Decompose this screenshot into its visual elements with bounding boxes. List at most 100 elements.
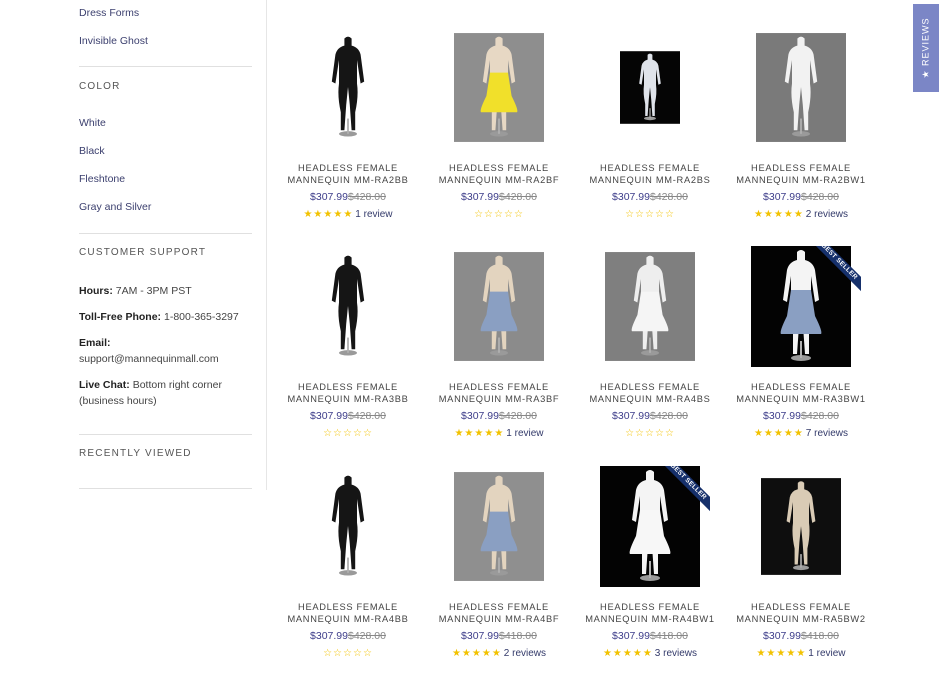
sidebar: Dress Forms Invisible Ghost COLOR White … (0, 0, 267, 490)
product-card[interactable]: BEST SELLER HEADLESS FEMALE MANNEQUIN MM… (731, 246, 871, 440)
reviews-tab-label: ★ REVIEWS (920, 17, 931, 79)
best-seller-badge: BEST SELLER (658, 466, 710, 518)
original-price: $428.00 (650, 410, 688, 422)
product-card[interactable]: HEADLESS FEMALE MANNEQUIN MM-RA5BW2 $307… (731, 466, 871, 660)
star-filled-icon: ★ (471, 648, 482, 659)
star-empty-icon: ☆ (352, 428, 363, 439)
product-rating: ☆☆☆☆☆ (278, 647, 418, 660)
support-phone-value[interactable]: 1-800-365-3297 (164, 311, 239, 323)
product-title[interactable]: HEADLESS FEMALE MANNEQUIN MM-RA3BB (278, 381, 418, 405)
product-title[interactable]: HEADLESS FEMALE MANNEQUIN MM-RA2BS (580, 162, 720, 186)
product-image[interactable] (454, 246, 544, 367)
review-count-link[interactable]: 1 review (506, 428, 543, 439)
product-card[interactable]: HEADLESS FEMALE MANNEQUIN MM-RA4BB $307.… (278, 466, 418, 660)
product-title[interactable]: HEADLESS FEMALE MANNEQUIN MM-RA2BF (429, 162, 569, 186)
star-filled-icon: ★ (753, 428, 764, 439)
color-heading: COLOR (79, 81, 121, 92)
star-filled-icon: ★ (622, 648, 633, 659)
product-title[interactable]: HEADLESS FEMALE MANNEQUIN MM-RA2BW1 (731, 162, 871, 186)
product-image[interactable] (454, 27, 544, 148)
product-card[interactable]: HEADLESS FEMALE MANNEQUIN MM-RA4BS $307.… (580, 246, 720, 440)
product-rating: ☆☆☆☆☆ (278, 427, 418, 440)
product-title[interactable]: HEADLESS FEMALE MANNEQUIN MM-RA4BS (580, 381, 720, 405)
product-image[interactable] (605, 246, 695, 367)
original-price: $428.00 (801, 410, 839, 422)
sale-price: $307.99 (612, 630, 650, 642)
product-card[interactable]: HEADLESS FEMALE MANNEQUIN MM-RA2BW1 $307… (731, 27, 871, 221)
product-prices: $307.99$428.00 (278, 410, 418, 423)
product-title[interactable]: HEADLESS FEMALE MANNEQUIN MM-RA3BW1 (731, 381, 871, 405)
review-count-link[interactable]: 7 reviews (806, 428, 848, 439)
product-card[interactable]: BEST SELLER HEADLESS FEMALE MANNEQUIN MM… (580, 466, 720, 660)
star-filled-icon: ★ (484, 428, 495, 439)
product-image[interactable] (454, 466, 544, 587)
filter-link-invisible-ghost[interactable]: Invisible Ghost (79, 35, 148, 47)
star-filled-icon: ★ (323, 209, 334, 220)
original-price: $418.00 (499, 630, 537, 642)
review-count-link[interactable]: 1 review (355, 209, 392, 220)
product-prices: $307.99$428.00 (731, 191, 871, 204)
original-price: $428.00 (499, 410, 537, 422)
product-title[interactable]: HEADLESS FEMALE MANNEQUIN MM-RA4BF (429, 601, 569, 625)
product-image[interactable] (756, 27, 846, 148)
product-card[interactable]: HEADLESS FEMALE MANNEQUIN MM-RA4BF $307.… (429, 466, 569, 660)
product-image[interactable] (761, 466, 841, 587)
filter-link-gray-silver[interactable]: Gray and Silver (79, 201, 151, 213)
product-card[interactable]: HEADLESS FEMALE MANNEQUIN MM-RA2BB $307.… (278, 27, 418, 221)
original-price: $428.00 (348, 410, 386, 422)
star-empty-icon: ☆ (333, 648, 344, 659)
original-price: $418.00 (801, 630, 839, 642)
product-prices: $307.99$428.00 (429, 410, 569, 423)
filter-link-dress-forms[interactable]: Dress Forms (79, 7, 139, 19)
support-email-value[interactable]: support@mannequinmall.com (79, 353, 219, 365)
filter-link-black[interactable]: Black (79, 145, 105, 157)
product-image[interactable] (620, 27, 680, 148)
star-filled-icon: ★ (343, 209, 354, 220)
review-count-link[interactable]: 3 reviews (655, 648, 697, 659)
product-title[interactable]: HEADLESS FEMALE MANNEQUIN MM-RA2BB (278, 162, 418, 186)
product-image[interactable] (303, 27, 393, 148)
product-prices: $307.99$418.00 (580, 630, 720, 643)
product-title[interactable]: HEADLESS FEMALE MANNEQUIN MM-RA5BW2 (731, 601, 871, 625)
filter-link-white[interactable]: White (79, 117, 106, 129)
support-email-label: Email: (79, 337, 111, 349)
product-card[interactable]: HEADLESS FEMALE MANNEQUIN MM-RA2BF $307.… (429, 27, 569, 221)
best-seller-label: BEST SELLER (809, 246, 861, 296)
product-title[interactable]: HEADLESS FEMALE MANNEQUIN MM-RA4BB (278, 601, 418, 625)
star-rating: ★★★★★ (754, 428, 804, 439)
review-count-link[interactable]: 1 review (808, 648, 845, 659)
product-prices: $307.99$428.00 (731, 410, 871, 423)
product-title[interactable]: HEADLESS FEMALE MANNEQUIN MM-RA4BW1 (580, 601, 720, 625)
filter-link-fleshtone[interactable]: Fleshtone (79, 173, 125, 185)
star-filled-icon: ★ (464, 428, 475, 439)
product-image[interactable]: BEST SELLER (590, 466, 710, 587)
reviews-tab[interactable]: ★ REVIEWS (913, 4, 939, 92)
review-count-link[interactable]: 2 reviews (504, 648, 546, 659)
original-price: $428.00 (348, 630, 386, 642)
product-card[interactable]: HEADLESS FEMALE MANNEQUIN MM-RA3BF $307.… (429, 246, 569, 440)
review-count-link[interactable]: 2 reviews (806, 209, 848, 220)
product-rating: ☆☆☆☆☆ (580, 427, 720, 440)
star-empty-icon: ☆ (474, 209, 485, 220)
product-image[interactable] (303, 246, 393, 367)
star-rating: ☆☆☆☆☆ (323, 648, 373, 659)
star-rating: ★★★★★ (756, 648, 806, 659)
product-card[interactable]: HEADLESS FEMALE MANNEQUIN MM-RA2BS $307.… (580, 27, 720, 221)
star-rating: ☆☆☆☆☆ (323, 428, 373, 439)
product-image[interactable] (303, 466, 393, 587)
product-rating: ★★★★★ 2 reviews (731, 208, 871, 221)
star-rating: ☆☆☆☆☆ (625, 428, 675, 439)
original-price: $428.00 (348, 191, 386, 203)
support-phone-label: Toll-Free Phone: (79, 311, 162, 323)
product-title[interactable]: HEADLESS FEMALE MANNEQUIN MM-RA3BF (429, 381, 569, 405)
star-empty-icon: ☆ (343, 428, 353, 439)
product-card[interactable]: HEADLESS FEMALE MANNEQUIN MM-RA3BB $307.… (278, 246, 418, 440)
sale-price: $307.99 (461, 191, 499, 203)
star-empty-icon: ☆ (494, 209, 504, 220)
product-image[interactable]: BEST SELLER (741, 246, 861, 367)
sidebar-divider (79, 66, 252, 67)
star-filled-icon: ★ (783, 428, 794, 439)
star-empty-icon: ☆ (362, 428, 373, 439)
product-rating: ★★★★★ 2 reviews (429, 647, 569, 660)
sale-price: $307.99 (310, 191, 348, 203)
